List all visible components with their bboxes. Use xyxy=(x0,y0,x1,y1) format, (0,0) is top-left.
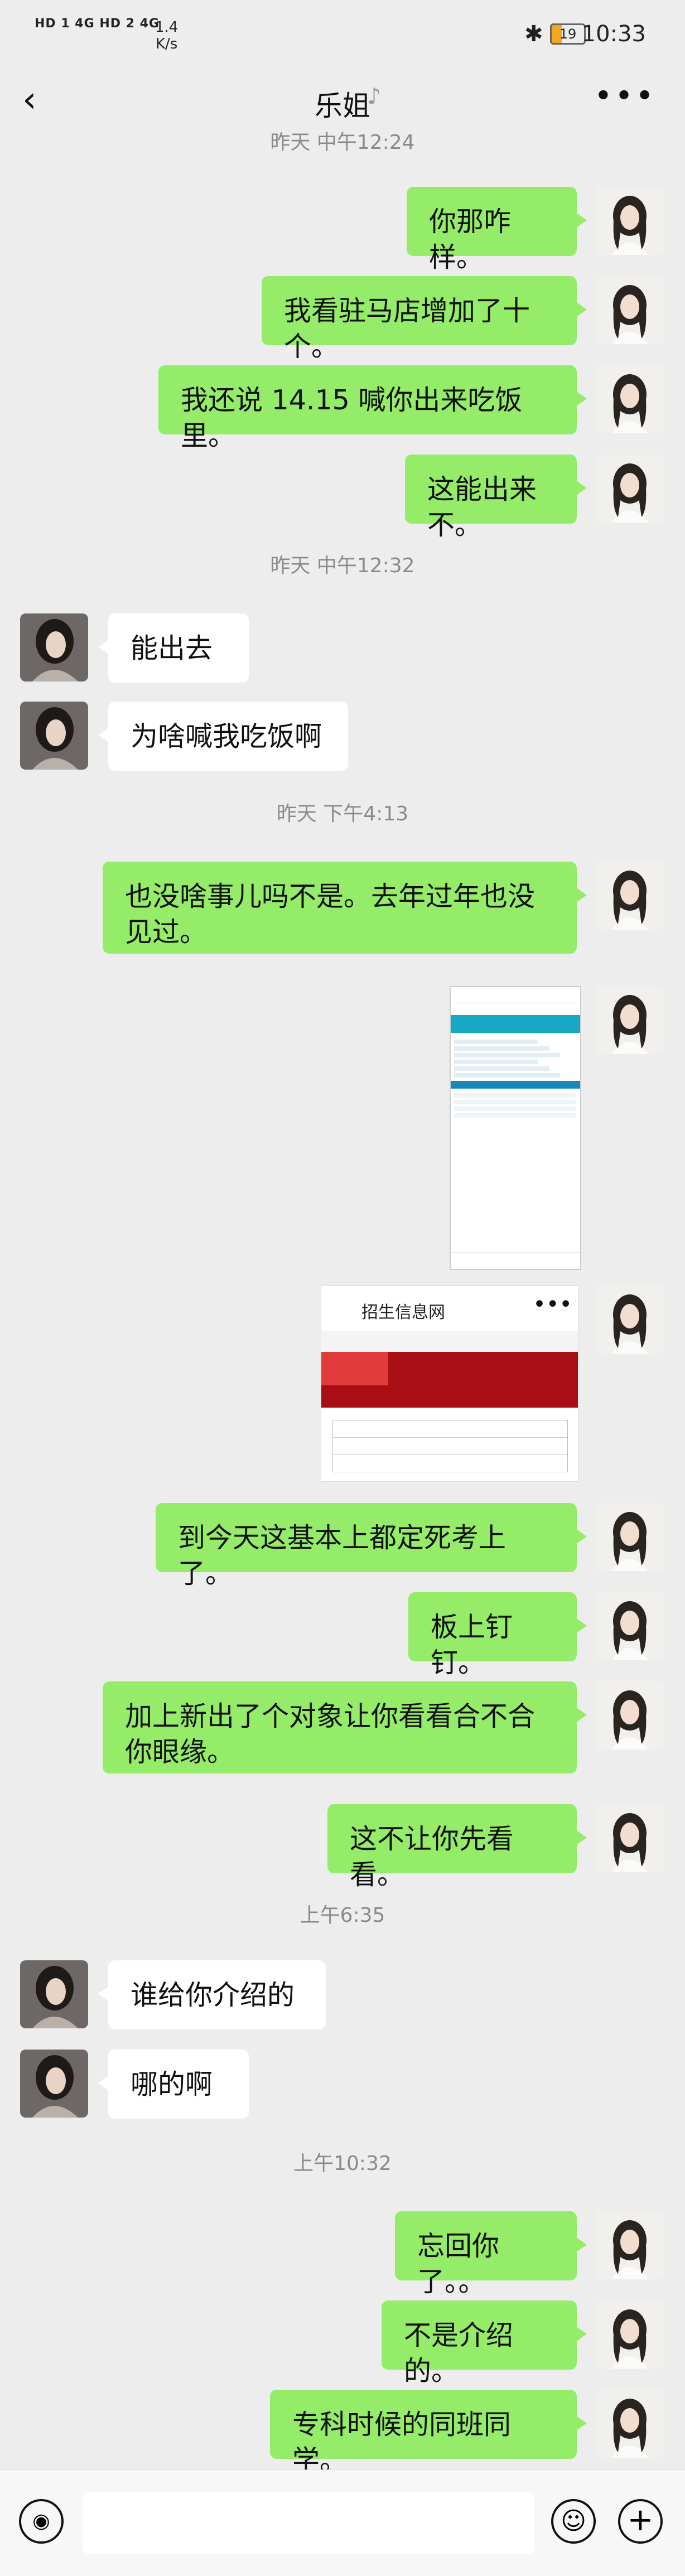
status-bar: HD 1 4G HD 2 4G 1.4 K/s ✱ 19 10:33 xyxy=(0,0,685,67)
message-input[interactable] xyxy=(83,2492,534,2554)
my-message-bubble[interactable]: 专科时候的同班同学。 xyxy=(270,2390,587,2476)
my-message-bubble[interactable]: 不是介绍的。 xyxy=(382,2300,587,2387)
signal-indicators: HD 1 4G HD 2 4G xyxy=(35,17,160,31)
image-message-phone-screenshot[interactable] xyxy=(450,986,581,1270)
my-message-bubble[interactable]: 到今天这基本上都定死考上了。 xyxy=(156,1503,587,1589)
my-avatar[interactable] xyxy=(596,1804,664,1872)
my-avatar[interactable] xyxy=(596,187,664,255)
my-avatar[interactable] xyxy=(596,1592,664,1660)
message-timestamp: 昨天 中午12:32 xyxy=(270,554,415,577)
message-timestamp: 上午6:35 xyxy=(300,1904,385,1927)
voice-icon[interactable]: ◉ xyxy=(19,2499,64,2544)
my-avatar[interactable] xyxy=(596,1681,664,1749)
contact-message-bubble[interactable]: 能出去 xyxy=(98,613,249,683)
my-avatar[interactable] xyxy=(596,986,664,1054)
contact-avatar[interactable] xyxy=(20,2050,88,2118)
message-timestamp: 上午10:32 xyxy=(293,2152,392,2175)
more-dots-icon: ••• xyxy=(533,1292,572,1317)
message-timestamp: 昨天 中午12:24 xyxy=(270,131,415,154)
network-speed-value: 1.4 xyxy=(155,19,179,36)
chat-header: ‹ 乐姐 ♪ ••• xyxy=(0,67,685,131)
contact-avatar[interactable] xyxy=(20,1960,88,2028)
chat-title: 乐姐 xyxy=(315,90,370,122)
contact-avatar[interactable] xyxy=(20,702,88,770)
contact-message-bubble[interactable]: 哪的啊 xyxy=(98,2050,249,2119)
web-card-title: 招生信息网 xyxy=(361,1303,445,1322)
network-speed: 1.4 K/s xyxy=(155,19,178,52)
my-avatar[interactable] xyxy=(596,455,664,523)
contact-message-bubble[interactable]: 谁给你介绍的 xyxy=(98,1960,326,2029)
my-avatar[interactable] xyxy=(596,862,664,930)
my-message-bubble[interactable]: 板上钉钉。 xyxy=(408,1592,587,1679)
clock: 10:33 xyxy=(581,21,646,47)
network-speed-unit: K/s xyxy=(156,36,178,52)
my-message-bubble[interactable]: 你那咋样。 xyxy=(407,187,587,273)
my-avatar[interactable] xyxy=(596,365,664,433)
my-avatar[interactable] xyxy=(596,276,664,344)
plus-icon[interactable]: + xyxy=(618,2499,663,2544)
my-message-bubble[interactable]: 加上新出了个对象让你看看合不合你眼缘。 xyxy=(103,1681,587,1773)
battery-level: 19 xyxy=(550,23,586,45)
bluetooth-icon: ✱ xyxy=(524,21,543,47)
my-message-bubble[interactable]: 我还说 14.15 喊你出来吃饭里。 xyxy=(158,365,587,452)
input-bar: ◉ ☺ + xyxy=(0,2469,685,2576)
emoji-icon[interactable]: ☺ xyxy=(551,2499,596,2544)
my-avatar[interactable] xyxy=(596,1503,664,1571)
more-dots-icon[interactable]: ••• xyxy=(594,78,656,114)
contact-avatar[interactable] xyxy=(20,613,88,682)
image-message-web-card[interactable]: 招生信息网 ••• xyxy=(321,1285,578,1482)
ear-icon: ♪ xyxy=(367,84,382,109)
my-message-bubble[interactable]: 忘回你了。。 xyxy=(395,2211,587,2298)
my-avatar[interactable] xyxy=(596,2211,664,2279)
my-avatar[interactable] xyxy=(596,1285,664,1354)
my-message-bubble[interactable]: 这能出来不。 xyxy=(405,455,587,541)
my-avatar[interactable] xyxy=(596,2300,664,2369)
my-message-bubble[interactable]: 我看驻马店增加了十个。 xyxy=(262,276,587,363)
my-message-bubble[interactable]: 这不让你先看看。 xyxy=(327,1804,587,1891)
my-avatar[interactable] xyxy=(596,2390,664,2458)
my-message-bubble[interactable]: 也没啥事儿吗不是。去年过年也没见过。 xyxy=(103,862,587,954)
message-timestamp: 昨天 下午4:13 xyxy=(276,803,409,825)
contact-message-bubble[interactable]: 为啥喊我吃饭啊 xyxy=(98,702,348,771)
